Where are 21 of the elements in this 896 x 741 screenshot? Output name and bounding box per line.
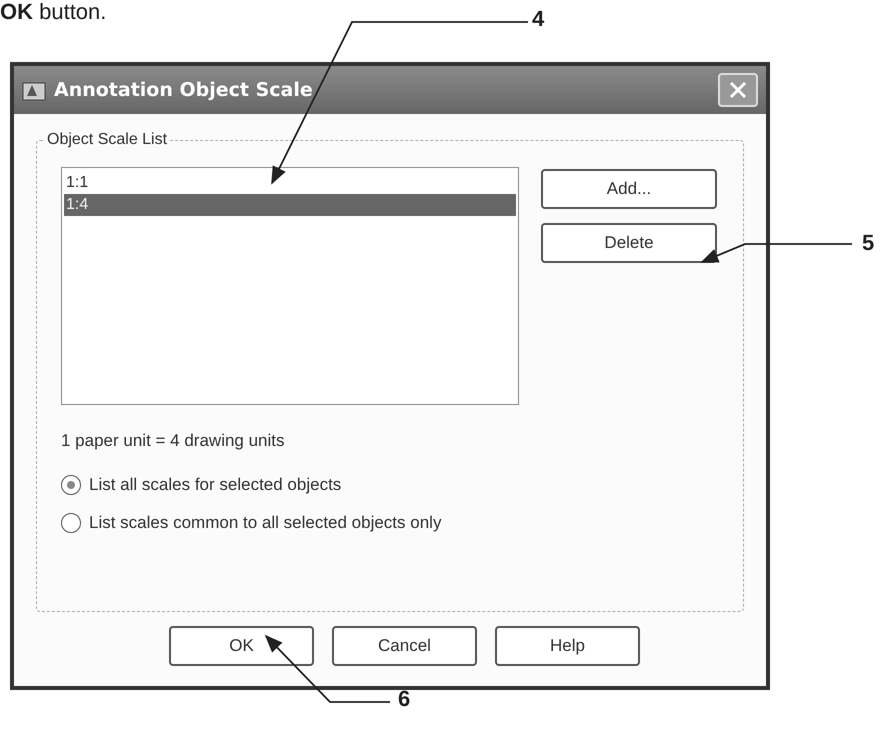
- callout-number: 5: [862, 230, 874, 256]
- window-title: Annotation Object Scale: [54, 79, 314, 101]
- callout-number: 6: [398, 686, 410, 712]
- dialog-button[interactable]: Cancel: [332, 626, 477, 666]
- caption-text: OK button.: [0, 0, 106, 24]
- action-button[interactable]: Add...: [541, 169, 717, 209]
- action-button[interactable]: Delete: [541, 223, 717, 263]
- scale-list[interactable]: 1:1 1:4: [61, 167, 519, 405]
- radio-label[interactable]: List scales common to all selected objects only: [89, 513, 442, 533]
- group-label: Object Scale List: [45, 131, 170, 149]
- ratio-text: 1 paper unit = 4 drawing units: [61, 431, 286, 451]
- radio-button[interactable]: [61, 513, 81, 533]
- list-item[interactable]: 1:4: [64, 194, 516, 216]
- callout-number: 4: [532, 6, 544, 32]
- close-button[interactable]: [718, 73, 758, 107]
- radio-label[interactable]: List all scales for selected objects: [89, 475, 342, 495]
- list-item[interactable]: 1:1: [64, 172, 516, 194]
- dialog-button[interactable]: Help: [495, 626, 640, 666]
- dialog-button[interactable]: OK: [169, 626, 314, 666]
- radio-button[interactable]: [61, 475, 81, 495]
- close-icon: [728, 80, 748, 100]
